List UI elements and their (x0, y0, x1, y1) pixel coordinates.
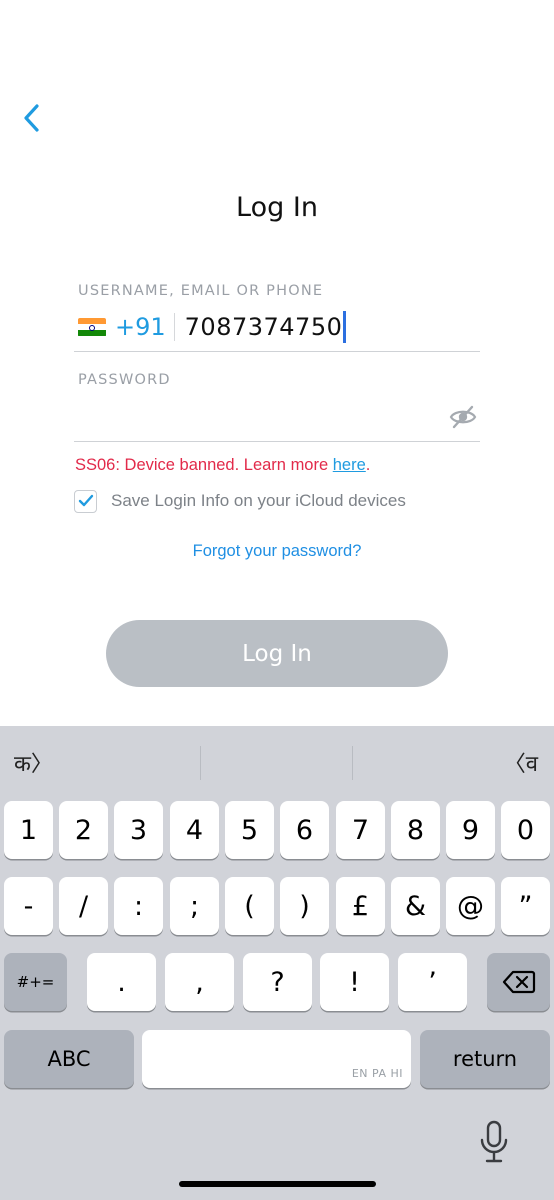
language-hint: EN PA HI (351, 1067, 403, 1080)
backspace-key[interactable] (487, 953, 550, 1011)
key-exclamation[interactable]: ! (320, 953, 389, 1011)
key-8[interactable]: 8 (391, 801, 440, 859)
eye-slash-icon (449, 405, 477, 429)
key-pound[interactable]: £ (336, 877, 385, 935)
suggestion-bar: क〉 〈व (0, 726, 554, 798)
forgot-password-link[interactable]: Forgot your password? (0, 542, 554, 561)
error-message: SS06: Device banned. Learn more here. (75, 456, 370, 475)
key-apostrophe[interactable]: ’ (398, 953, 467, 1011)
key-question[interactable]: ? (243, 953, 312, 1011)
key-semicolon[interactable]: ; (170, 877, 219, 935)
divider (173, 313, 175, 341)
key-6[interactable]: 6 (280, 801, 329, 859)
username-label: USERNAME, EMAIL OR PHONE (78, 283, 324, 299)
username-field[interactable]: +91 7087374750 (78, 308, 480, 346)
key-colon[interactable]: : (114, 877, 163, 935)
suggestion-left[interactable]: क〉 (14, 746, 53, 778)
key-abc[interactable]: ABC (4, 1030, 134, 1088)
key-3[interactable]: 3 (114, 801, 163, 859)
key-7[interactable]: 7 (336, 801, 385, 859)
key-1[interactable]: 1 (4, 801, 53, 859)
suggestion-divider (352, 746, 353, 780)
learn-more-link[interactable]: here (333, 456, 366, 474)
key-5[interactable]: 5 (225, 801, 274, 859)
dictation-button[interactable] (478, 1120, 510, 1164)
back-button[interactable] (18, 100, 48, 136)
key-comma[interactable]: , (165, 953, 234, 1011)
chevron-left-icon (24, 104, 39, 132)
text-cursor (343, 311, 346, 343)
suggestion-divider (200, 746, 201, 780)
save-login-row[interactable]: Save Login Info on your iCloud devices (74, 488, 406, 514)
save-login-checkbox[interactable] (74, 489, 97, 513)
backspace-icon (502, 970, 535, 994)
key-quote[interactable]: ” (501, 877, 550, 935)
return-key[interactable]: return (420, 1030, 550, 1088)
key-hyphen[interactable]: - (4, 877, 53, 935)
key-period[interactable]: . (87, 953, 156, 1011)
toggle-password-visibility-button[interactable] (449, 404, 477, 430)
key-2[interactable]: 2 (59, 801, 108, 859)
key-0[interactable]: 0 (501, 801, 550, 859)
checkmark-icon (78, 494, 93, 507)
key-at[interactable]: @ (446, 877, 495, 935)
password-underline (74, 441, 480, 442)
microphone-icon (480, 1120, 508, 1163)
error-tail: . (365, 456, 371, 474)
country-code[interactable]: +91 (115, 313, 166, 341)
login-button[interactable]: Log In (106, 620, 448, 687)
error-text: SS06: Device banned. Learn more (75, 456, 333, 474)
save-login-label: Save Login Info on your iCloud devices (111, 491, 406, 510)
key-slash[interactable]: / (59, 877, 108, 935)
key-symbols[interactable]: #+= (4, 953, 67, 1011)
phone-input-value[interactable]: 7087374750 (185, 313, 343, 341)
key-4[interactable]: 4 (170, 801, 219, 859)
key-ampersand[interactable]: & (391, 877, 440, 935)
home-indicator[interactable] (179, 1181, 376, 1187)
space-key[interactable]: EN PA HI (142, 1030, 411, 1088)
key-close-paren[interactable]: ) (280, 877, 329, 935)
password-label: PASSWORD (78, 372, 171, 388)
page-title: Log In (236, 192, 318, 223)
username-underline (74, 351, 480, 352)
suggestion-right[interactable]: 〈व (504, 746, 538, 778)
india-flag-icon[interactable] (78, 317, 106, 337)
key-open-paren[interactable]: ( (225, 877, 274, 935)
password-input[interactable] (78, 398, 438, 434)
key-9[interactable]: 9 (446, 801, 495, 859)
